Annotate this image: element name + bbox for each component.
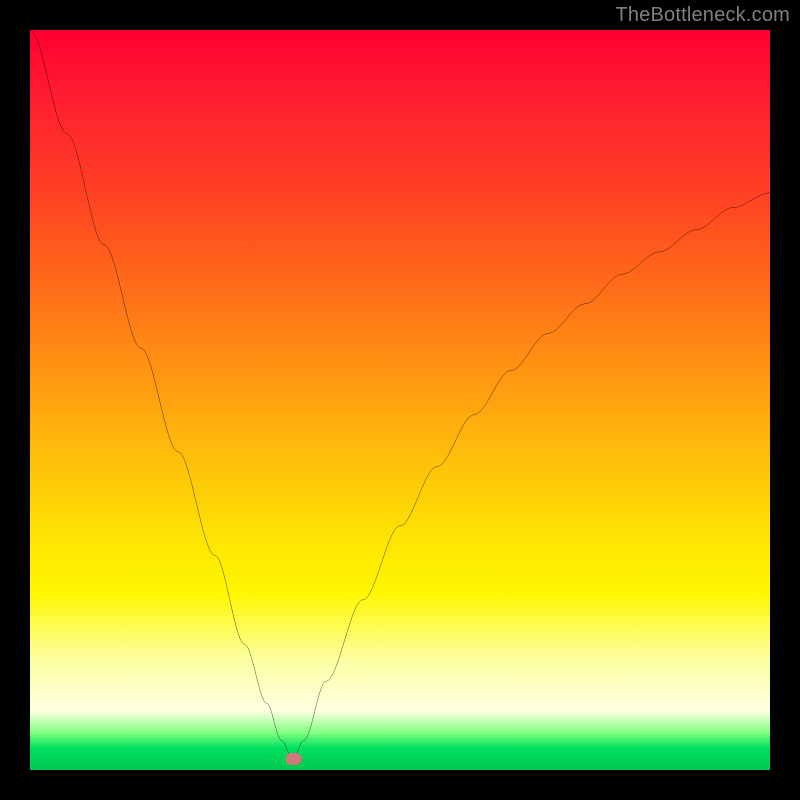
bottleneck-curve (30, 30, 770, 770)
curve-path (30, 30, 770, 759)
optimal-point-marker (285, 753, 301, 765)
chart-frame: TheBottleneck.com (0, 0, 800, 800)
watermark-text: TheBottleneck.com (615, 4, 790, 27)
plot-area (30, 30, 770, 770)
